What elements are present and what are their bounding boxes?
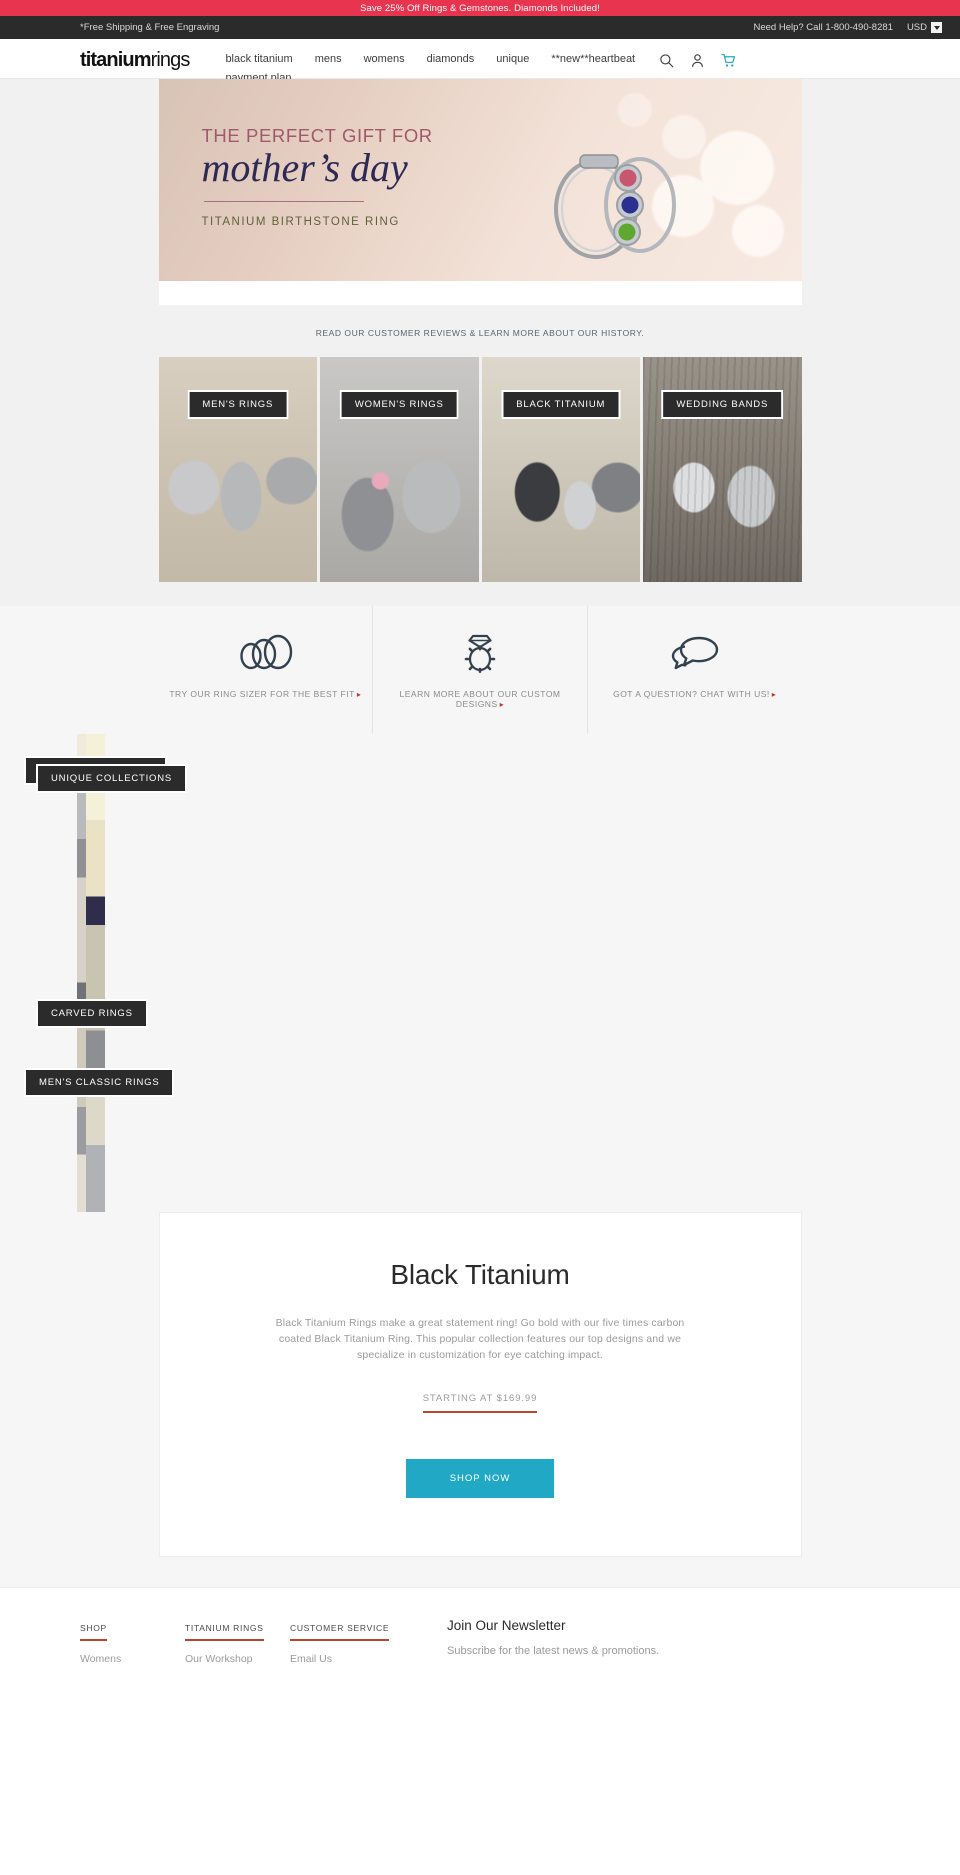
- feature-caption: LEARN MORE ABOUT OUR CUSTOM DESIGNS: [399, 689, 561, 709]
- arrow-icon: ▸: [499, 700, 505, 709]
- collection-label-unique-collections[interactable]: UNIQUE COLLECTIONS: [36, 764, 188, 793]
- currency-selector[interactable]: USD: [907, 22, 942, 33]
- footer-heading: SHOP: [80, 1623, 107, 1641]
- collection-image-strip: [86, 734, 105, 1212]
- category-tile-wedding-bands[interactable]: WEDDING BANDS: [643, 357, 802, 582]
- collections-section: ENGAGEMENT RINGS UNIQUE COLLECTIONS CARV…: [0, 734, 960, 1212]
- utility-bar: *Free Shipping & Free Engraving Need Hel…: [0, 16, 960, 39]
- collection-label-mens-classic-rings[interactable]: MEN'S CLASSIC RINGS: [24, 1068, 175, 1097]
- hero-divider: [203, 201, 364, 202]
- card-title: Black Titanium: [390, 1259, 570, 1290]
- help-phone-link[interactable]: Need Help? Call 1-800-490-8281: [754, 22, 893, 33]
- black-titanium-card: Black Titanium Black Titanium Rings make…: [158, 1212, 802, 1557]
- feature-caption: TRY OUR RING SIZER FOR THE BEST FIT: [169, 689, 355, 699]
- category-tiles-row: MEN'S RINGS WOMEN'S RINGS BLACK TITANIUM…: [158, 357, 802, 582]
- category-tile-label: WOMEN'S RINGS: [339, 390, 459, 419]
- hero-subhead: TITANIUM BIRTHSTONE RING: [201, 216, 400, 228]
- nav-item-unique[interactable]: unique: [496, 51, 529, 68]
- logo-light-part: rings: [150, 49, 191, 71]
- feature-caption: GOT A QUESTION? CHAT WITH US!: [613, 689, 770, 699]
- shop-now-button[interactable]: SHOP NOW: [405, 1459, 555, 1498]
- footer-column-customer-service: CUSTOMER SERVICE Email Us: [290, 1618, 395, 1665]
- footer-link-womens[interactable]: Womens: [80, 1653, 185, 1665]
- category-tile-mens-rings[interactable]: MEN'S RINGS: [158, 357, 317, 582]
- hero-eyebrow: THE PERFECT GIFT FOR: [201, 125, 433, 146]
- utility-right-group: Need Help? Call 1-800-490-8281 USD: [754, 22, 942, 33]
- reviews-strip: READ OUR CUSTOMER REVIEWS & LEARN MORE A…: [0, 305, 960, 357]
- content-card-section: Black Titanium Black Titanium Rings make…: [0, 1212, 960, 1587]
- category-tiles-section: MEN'S RINGS WOMEN'S RINGS BLACK TITANIUM…: [0, 357, 960, 606]
- category-tile-womens-rings[interactable]: WOMEN'S RINGS: [320, 357, 479, 582]
- category-tile-label: MEN'S RINGS: [187, 390, 289, 419]
- nav-item-black-titanium[interactable]: black titanium: [225, 51, 292, 68]
- ring-sizer-icon: [167, 631, 365, 675]
- newsletter-subtitle: Subscribe for the latest news & promotio…: [447, 1645, 660, 1657]
- hero-headline: mother’s day: [201, 145, 408, 190]
- logo-bold-part: titanium: [80, 49, 151, 71]
- category-tile-label: BLACK TITANIUM: [501, 390, 621, 419]
- features-section: TRY OUR RING SIZER FOR THE BEST FIT ▸ LEA…: [0, 606, 960, 734]
- cart-icon[interactable]: [721, 53, 736, 68]
- flower-decoration: [617, 93, 652, 127]
- promo-text: Save 25% Off Rings & Gemstones. Diamonds…: [360, 2, 600, 14]
- birthstone-ring-image: [553, 154, 676, 259]
- footer-column-shop: SHOP Womens: [80, 1618, 185, 1665]
- collection-label-carved-rings[interactable]: CARVED RINGS: [36, 999, 148, 1028]
- promo-banner[interactable]: Save 25% Off Rings & Gemstones. Diamonds…: [0, 0, 960, 16]
- arrow-icon: ▸: [356, 690, 362, 699]
- chevron-down-icon: [931, 22, 942, 33]
- feature-link[interactable]: LEARN MORE ABOUT OUR CUSTOM DESIGNS ▸: [381, 689, 579, 709]
- card-starting-price: STARTING AT $169.99: [422, 1393, 538, 1413]
- free-shipping-text: *Free Shipping & Free Engraving: [80, 22, 220, 33]
- nav-item-diamonds[interactable]: diamonds: [427, 51, 475, 68]
- header-icon-group: [659, 45, 736, 68]
- features-row: TRY OUR RING SIZER FOR THE BEST FIT ▸ LEA…: [159, 606, 802, 734]
- footer-heading: TITANIUM RINGS: [185, 1623, 264, 1641]
- footer-heading: CUSTOMER SERVICE: [290, 1623, 390, 1641]
- category-tile-black-titanium[interactable]: BLACK TITANIUM: [481, 357, 640, 582]
- flower-decoration: [731, 205, 784, 257]
- site-footer: SHOP Womens TITANIUM RINGS Our Workshop …: [0, 1587, 960, 1665]
- hero-container: THE PERFECT GIFT FOR mother’s day TITANI…: [158, 79, 802, 305]
- site-header: titaniumrings black titanium mens womens…: [0, 39, 960, 84]
- footer-column-titanium-rings: TITANIUM RINGS Our Workshop: [185, 1618, 290, 1665]
- arrow-icon: ▸: [771, 690, 777, 699]
- nav-item-womens[interactable]: womens: [364, 51, 405, 68]
- feature-link[interactable]: TRY OUR RING SIZER FOR THE BEST FIT ▸: [169, 689, 361, 699]
- newsletter-signup: Join Our Newsletter Subscribe for the la…: [395, 1618, 942, 1665]
- category-tile-label: WEDDING BANDS: [661, 390, 784, 419]
- footer-link-our-workshop[interactable]: Our Workshop: [185, 1653, 290, 1665]
- feature-ring-sizer[interactable]: TRY OUR RING SIZER FOR THE BEST FIT ▸: [159, 606, 374, 734]
- site-logo[interactable]: titaniumrings: [80, 45, 191, 71]
- footer-link-email-us[interactable]: Email Us: [290, 1653, 395, 1665]
- search-icon[interactable]: [659, 53, 674, 68]
- newsletter-title: Join Our Newsletter: [447, 1618, 566, 1633]
- diamond-ring-icon: [381, 631, 579, 675]
- chat-bubbles-icon: [596, 631, 794, 675]
- feature-link[interactable]: GOT A QUESTION? CHAT WITH US! ▸: [613, 689, 776, 699]
- hero-banner[interactable]: THE PERFECT GIFT FOR mother’s day TITANI…: [158, 79, 802, 281]
- hero-section: THE PERFECT GIFT FOR mother’s day TITANI…: [0, 79, 960, 305]
- card-description: Black Titanium Rings make a great statem…: [275, 1317, 685, 1361]
- feature-custom-designs[interactable]: LEARN MORE ABOUT OUR CUSTOM DESIGNS ▸: [373, 606, 588, 734]
- reviews-history-link[interactable]: READ OUR CUSTOMER REVIEWS & LEARN MORE A…: [316, 328, 645, 338]
- hero-copy: THE PERFECT GIFT FOR mother’s day TITANI…: [202, 125, 433, 228]
- currency-label: USD: [906, 22, 927, 33]
- nav-item-mens[interactable]: mens: [315, 51, 342, 68]
- nav-item-new-heartbeat[interactable]: **new**heartbeat: [551, 51, 635, 68]
- account-icon[interactable]: [690, 53, 705, 68]
- feature-chat[interactable]: GOT A QUESTION? CHAT WITH US! ▸: [588, 606, 802, 734]
